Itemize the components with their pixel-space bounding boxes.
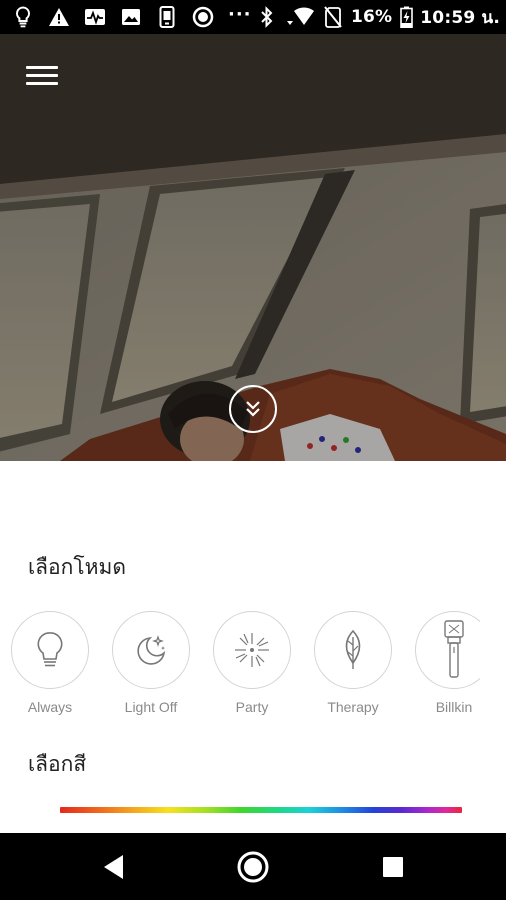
double-chevron-down-icon — [246, 401, 260, 417]
mode-party[interactable]: Party — [202, 611, 302, 715]
clock-time: 10:59 น. — [420, 7, 500, 28]
mode-party-circle — [213, 611, 291, 689]
lightbulb-icon — [37, 632, 63, 667]
hero-photo — [0, 34, 506, 461]
no-sim-icon — [322, 6, 344, 28]
image-icon — [120, 6, 142, 28]
mode-billkin[interactable]: Billkin — [404, 611, 480, 715]
lightbulb-icon — [12, 6, 34, 28]
mode-always[interactable]: Always — [0, 611, 100, 715]
mode-light-off-circle — [112, 611, 190, 689]
battery-percent: 16% — [350, 7, 393, 27]
expand-button[interactable] — [229, 385, 277, 433]
moon-stars-icon — [137, 635, 166, 665]
phone-card-icon — [156, 6, 178, 28]
mode-always-label: Always — [27, 699, 73, 715]
mode-therapy[interactable]: Therapy — [303, 611, 403, 715]
mode-light-off[interactable]: Light Off — [101, 611, 201, 715]
mode-always-circle — [11, 611, 89, 689]
mode-therapy-circle — [314, 611, 392, 689]
back-button[interactable] — [74, 833, 154, 900]
bluetooth-icon — [256, 6, 278, 28]
back-triangle-icon — [104, 854, 123, 879]
sparkle-burst-icon — [235, 633, 269, 667]
mode-billkin-circle — [415, 611, 480, 689]
activity-icon — [84, 6, 106, 28]
home-circle-icon — [237, 851, 269, 882]
mode-section-title: เลือกโหมด — [28, 555, 126, 579]
rainbow-color-slider[interactable] — [60, 807, 462, 813]
status-bar: ··· 16% 10:59 น. — [0, 0, 506, 34]
status-bar-left: ··· — [12, 0, 252, 34]
mode-light-off-label: Light Off — [124, 699, 178, 715]
wifi-icon — [285, 6, 315, 28]
recents-button[interactable] — [353, 833, 433, 900]
more-notifications-indicator: ··· — [228, 3, 252, 25]
battery-charging-icon — [399, 6, 413, 28]
warning-icon — [48, 6, 70, 28]
lightstick-icon — [444, 620, 464, 678]
mode-list[interactable]: Always Light Off Party Therapy Billkin — [0, 611, 480, 721]
recents-square-icon — [383, 856, 403, 877]
mode-billkin-label: Billkin — [435, 699, 473, 715]
record-icon — [192, 6, 214, 28]
navigation-bar — [0, 833, 506, 900]
mode-party-label: Party — [235, 699, 269, 715]
color-section-title: เลือกสี — [28, 752, 87, 776]
hamburger-menu-icon[interactable] — [26, 66, 60, 88]
status-bar-right: 16% 10:59 น. — [256, 0, 500, 34]
leaf-icon — [345, 629, 361, 669]
mode-therapy-label: Therapy — [327, 699, 379, 715]
home-button[interactable] — [213, 833, 293, 900]
control-sheet: เลือกโหมด Always Light Off Party Therapy… — [0, 461, 506, 833]
